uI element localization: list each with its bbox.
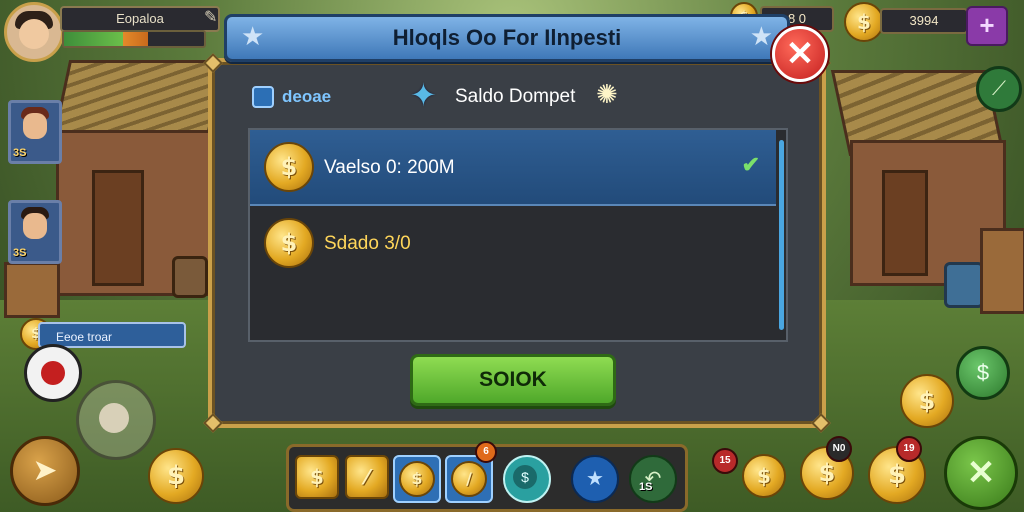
left-crate (4, 262, 60, 318)
title-star-icon: ★ (749, 21, 773, 51)
close-icon: ✕ (785, 35, 815, 73)
item-slot-1[interactable]: $ (295, 455, 339, 499)
attack-button[interactable]: ➤ (10, 436, 80, 506)
player-avatar[interactable] (4, 2, 64, 62)
counter-badge-mid: N0 (826, 436, 852, 462)
tab-label[interactable]: deoae (282, 86, 331, 108)
left-hut-door (92, 170, 144, 286)
record-button[interactable] (24, 344, 82, 402)
wallet-star-icon: ✦ (410, 77, 437, 113)
dialog-title-bar: ★ Hloqls Oo For Ilnpesti ★ (224, 14, 790, 62)
gold-coin-icon: $ (264, 218, 314, 268)
party-portrait-1[interactable]: 3S (8, 100, 62, 164)
list-item-label: Sdado 3/0 (324, 233, 411, 254)
balance-list[interactable]: $ Vaelso 0: 200M ✔ $ Sdado 3/0 (248, 128, 788, 342)
currency-amount: 3994 (880, 8, 968, 34)
item-bar: $ ⁄ $ / 6 $ ★ ↶ 1S (286, 441, 688, 512)
record-dot-icon (41, 361, 65, 385)
player-name: Eopaloa (60, 6, 220, 32)
gold-coin-icon: $ (264, 142, 314, 192)
dialog-header: deoae ✦ Saldo Dompet ✺ (212, 62, 822, 132)
item-slot-2[interactable]: ⁄ (345, 455, 389, 499)
portrait-face (23, 113, 47, 139)
list-item[interactable]: $ Vaelso 0: 200M ✔ (250, 130, 776, 206)
slot-coin-icon: / (451, 461, 487, 497)
tab-icon[interactable] (252, 86, 274, 108)
portrait-level: 3S (13, 247, 27, 259)
joystick-knob-icon (99, 403, 129, 433)
list-scrollbar[interactable] (779, 140, 784, 330)
coin-button-left[interactable]: $ (148, 448, 204, 504)
slot-7-count: 1S (639, 481, 653, 493)
slot-badge: 6 (475, 441, 497, 463)
wallet-title: Saldo Dompet (455, 86, 576, 107)
xp-bar (62, 30, 206, 48)
edit-name-icon[interactable]: ✎ (204, 8, 220, 28)
currency-coin-icon: $ (844, 2, 884, 42)
right-crate (980, 228, 1024, 314)
coin-stack-icon: $ (900, 374, 954, 428)
right-barrel (944, 262, 984, 308)
wallet-dialog: deoae ✦ Saldo Dompet ✺ $ Vaelso 0: 200M … (203, 53, 831, 433)
coin-round-button[interactable]: $ (956, 346, 1010, 400)
party-portrait-2[interactable]: 3S (8, 200, 62, 264)
close-button[interactable]: ✕ (772, 26, 828, 82)
item-slot-6[interactable]: ★ (571, 455, 619, 503)
coin-icon-b1[interactable]: $ (742, 454, 786, 498)
xp-bar-fill (64, 32, 148, 46)
slot-coin-icon: $ (399, 461, 435, 497)
right-hut-door (882, 170, 928, 276)
portrait-level: 3S (13, 147, 27, 159)
tool-button[interactable]: ⟋ (976, 66, 1022, 112)
confirm-button[interactable]: SOIOK (410, 354, 616, 406)
wallet-spark-icon: ✺ (596, 79, 618, 109)
avatar-face (19, 19, 49, 49)
slot-emblem-icon: $ (513, 465, 537, 489)
item-slot-7[interactable]: ↶ (629, 455, 677, 503)
joystick[interactable] (76, 380, 156, 460)
counter-badge-right: 19 (896, 436, 922, 462)
item-slot-5[interactable]: $ (503, 455, 551, 503)
list-item-label: Vaelso 0: 200M (324, 157, 455, 178)
portrait-face (23, 213, 47, 239)
counter-badge-left: 15 (712, 448, 738, 474)
add-currency-button[interactable]: + (966, 6, 1008, 46)
dialog-title: Hloqls Oo For Ilnpesti (392, 25, 622, 50)
cancel-action-button[interactable]: ✕ (944, 436, 1018, 510)
checkmark-icon: ✔ (741, 152, 760, 177)
item-slot-3[interactable]: $ (393, 455, 441, 503)
list-item[interactable]: $ Sdado 3/0 (250, 206, 776, 280)
left-barrel (172, 256, 208, 298)
